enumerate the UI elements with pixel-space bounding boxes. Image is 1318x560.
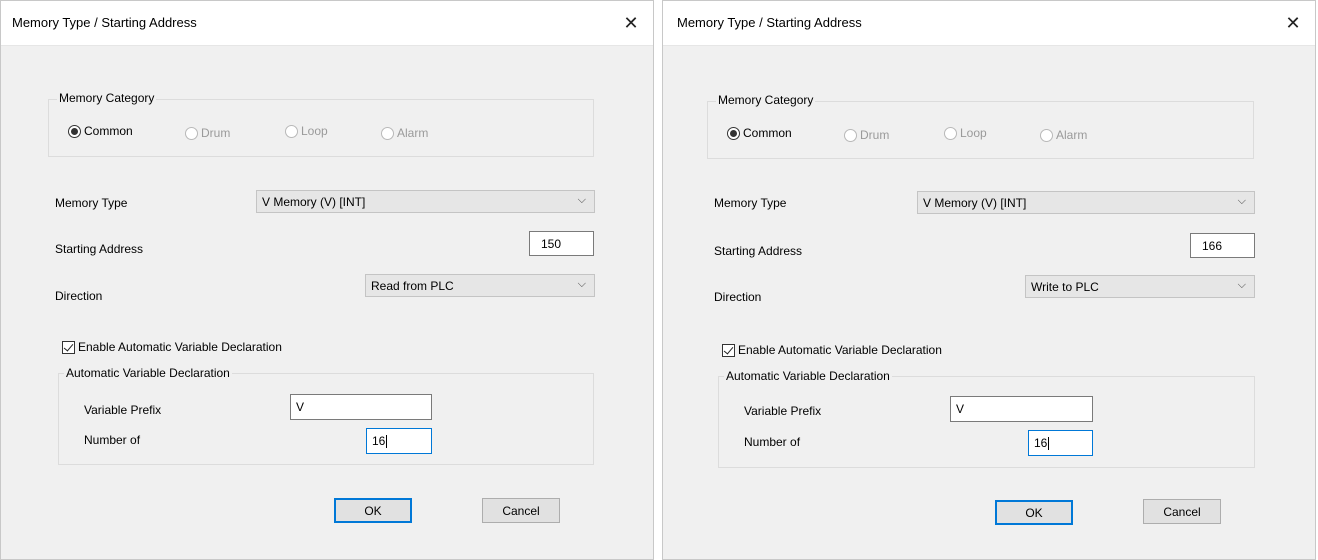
radio-circle-icon — [1040, 128, 1053, 142]
number-of-value: 16 — [1034, 436, 1048, 450]
auto-decl-label: Automatic Variable Declaration — [724, 369, 892, 383]
auto-decl-group: Automatic Variable Declaration Variable … — [718, 369, 1255, 468]
radio-loop-label: Loop — [301, 124, 328, 138]
direction-label: Direction — [714, 290, 762, 304]
number-of-label: Number of — [744, 435, 801, 449]
variable-prefix-label: Variable Prefix — [84, 403, 162, 417]
memory-category-label: Memory Category — [716, 93, 816, 107]
chevron-down-icon: ⌵ — [1237, 195, 1246, 207]
dialog-title: Memory Type / Starting Address — [12, 15, 197, 30]
enable-auto-decl-label: Enable Automatic Variable Declaration — [738, 343, 942, 357]
number-of-input[interactable]: 16 — [366, 428, 432, 454]
chevron-down-icon: ⌵ — [577, 194, 586, 206]
radio-drum[interactable]: Drum — [185, 126, 230, 140]
variable-prefix-value: V — [956, 402, 965, 416]
memory-type-value: V Memory (V) [INT] — [923, 196, 1027, 210]
chevron-down-icon: ⌵ — [577, 278, 586, 290]
auto-decl-label: Automatic Variable Declaration — [64, 366, 232, 380]
close-icon[interactable]: ✕ — [1271, 1, 1315, 45]
enable-auto-decl-label: Enable Automatic Variable Declaration — [78, 340, 282, 354]
starting-address-input[interactable]: 150 — [529, 231, 594, 256]
cancel-button[interactable]: Cancel — [482, 498, 560, 523]
variable-prefix-input[interactable]: V — [950, 396, 1093, 422]
number-of-label: Number of — [84, 433, 141, 447]
memory-category-group: Memory Category Common Drum Loop Alarm — [707, 93, 1254, 159]
memory-type-dialog-write: Memory Type / Starting Address ✕ Memory … — [662, 0, 1316, 560]
starting-address-value: 150 — [541, 237, 562, 251]
radio-circle-icon — [727, 126, 740, 140]
dialog-title: Memory Type / Starting Address — [677, 15, 862, 30]
radio-circle-icon — [285, 124, 298, 138]
radio-alarm[interactable]: Alarm — [381, 126, 428, 140]
memory-type-value: V Memory (V) [INT] — [262, 195, 366, 209]
radio-circle-icon — [844, 128, 857, 142]
direction-select[interactable]: Read from PLC ⌵ — [365, 274, 595, 297]
starting-address-input[interactable]: 166 — [1190, 233, 1255, 258]
memory-type-label: Memory Type — [55, 196, 128, 210]
enable-auto-decl-checkbox[interactable]: Enable Automatic Variable Declaration — [62, 340, 282, 354]
text-caret — [1048, 437, 1050, 451]
memory-category-group: Memory Category Common Drum Loop Alarm — [48, 91, 594, 157]
auto-decl-group: Automatic Variable Declaration Variable … — [58, 366, 594, 465]
number-of-value: 16 — [372, 434, 386, 448]
radio-circle-icon — [185, 126, 198, 140]
text-caret — [386, 435, 388, 449]
enable-auto-decl-checkbox[interactable]: Enable Automatic Variable Declaration — [722, 343, 942, 357]
memory-type-dialog-read: Memory Type / Starting Address ✕ Memory … — [0, 0, 654, 560]
cancel-button[interactable]: Cancel — [1143, 499, 1221, 524]
radio-circle-icon — [381, 126, 394, 140]
radio-drum-label: Drum — [201, 126, 231, 140]
checkmark-icon — [722, 343, 735, 357]
radio-loop-label: Loop — [960, 126, 987, 140]
close-icon[interactable]: ✕ — [609, 1, 653, 45]
radio-common[interactable]: Common — [68, 124, 133, 138]
radio-alarm-label: Alarm — [1056, 128, 1088, 142]
starting-address-label: Starting Address — [55, 242, 144, 256]
title-bar: Memory Type / Starting Address ✕ — [1, 1, 653, 46]
radio-common-label: Common — [84, 124, 133, 138]
starting-address-label: Starting Address — [714, 244, 803, 258]
direction-value: Read from PLC — [371, 279, 454, 293]
radio-drum-label: Drum — [860, 128, 890, 142]
radio-circle-icon — [68, 124, 81, 138]
chevron-down-icon: ⌵ — [1237, 279, 1246, 291]
ok-button[interactable]: OK — [334, 498, 412, 523]
radio-alarm[interactable]: Alarm — [1040, 128, 1087, 142]
radio-loop[interactable]: Loop — [285, 124, 328, 138]
radio-common-label: Common — [743, 126, 792, 140]
radio-loop[interactable]: Loop — [944, 126, 987, 140]
radio-drum[interactable]: Drum — [844, 128, 889, 142]
memory-type-select[interactable]: V Memory (V) [INT] ⌵ — [917, 191, 1255, 214]
title-bar: Memory Type / Starting Address ✕ — [663, 1, 1315, 46]
memory-type-label: Memory Type — [714, 196, 787, 210]
variable-prefix-label: Variable Prefix — [744, 404, 822, 418]
variable-prefix-input[interactable]: V — [290, 394, 432, 420]
memory-type-select[interactable]: V Memory (V) [INT] ⌵ — [256, 190, 595, 213]
starting-address-value: 166 — [1202, 239, 1223, 253]
number-of-input[interactable]: 16 — [1028, 430, 1093, 456]
variable-prefix-value: V — [296, 400, 305, 414]
checkmark-icon — [62, 340, 75, 354]
direction-select[interactable]: Write to PLC ⌵ — [1025, 275, 1255, 298]
ok-button[interactable]: OK — [995, 500, 1073, 525]
radio-common[interactable]: Common — [727, 126, 792, 140]
memory-category-label: Memory Category — [57, 91, 157, 105]
radio-circle-icon — [944, 126, 957, 140]
direction-label: Direction — [55, 289, 103, 303]
radio-alarm-label: Alarm — [397, 126, 429, 140]
direction-value: Write to PLC — [1031, 280, 1099, 294]
